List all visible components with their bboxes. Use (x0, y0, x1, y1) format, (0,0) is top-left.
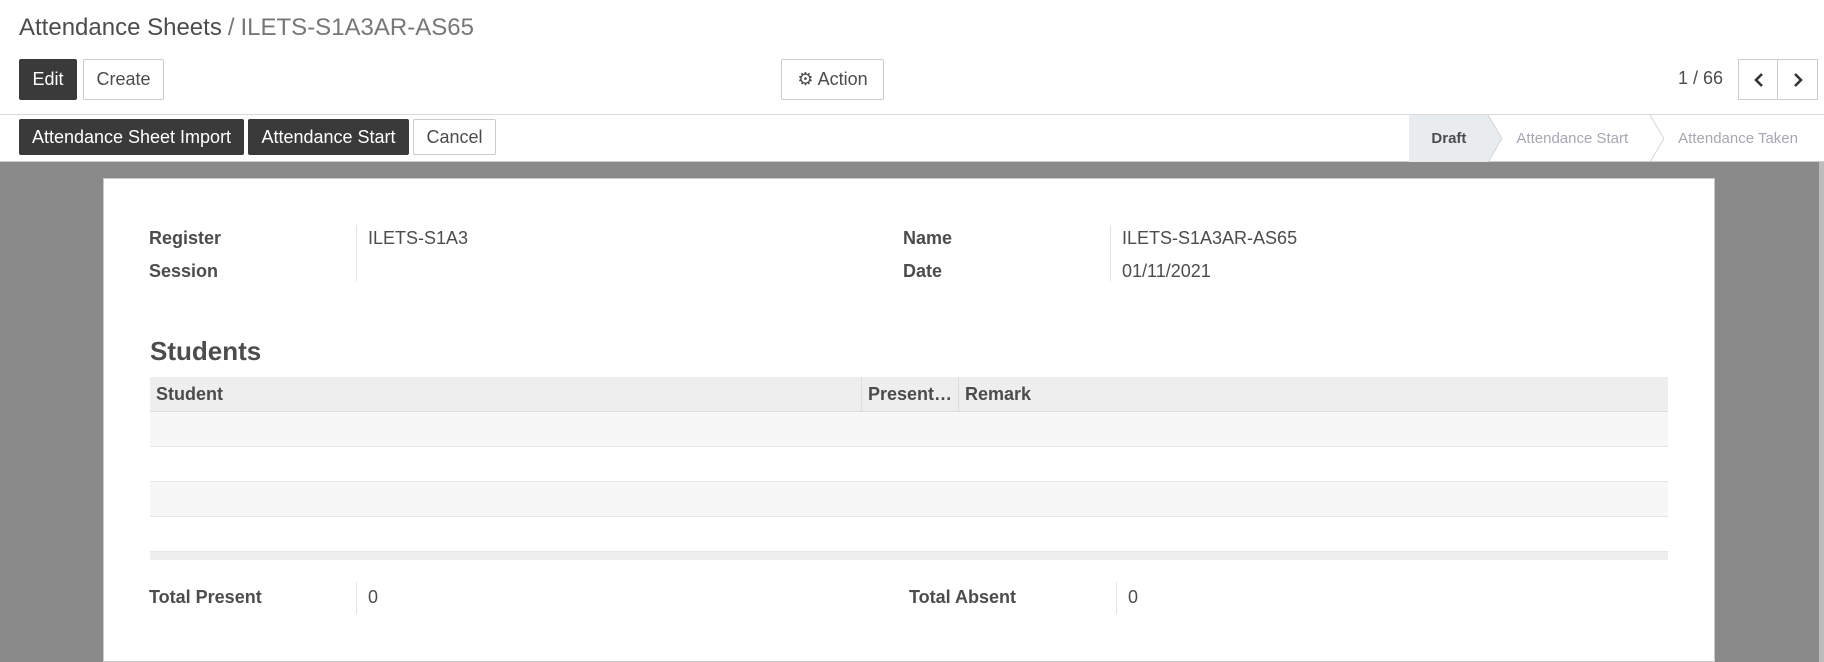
stage-arrow-icon (1488, 115, 1503, 162)
table-row (150, 482, 1668, 517)
pager-previous-button[interactable] (1738, 59, 1779, 100)
field-divider (356, 582, 357, 614)
students-table: Student Present… Remark (150, 377, 1668, 560)
table-row (150, 412, 1668, 447)
column-header-present[interactable]: Present… (862, 377, 956, 412)
stage-draft-label: Draft (1431, 130, 1467, 147)
stage-attendance-taken-label: Attendance Taken (1678, 130, 1798, 147)
status-stages: Draft Attendance Start Attendance Taken (1409, 115, 1824, 162)
students-table-header: Student Present… Remark (150, 377, 1668, 412)
stage-attendance-start[interactable]: Attendance Start (1488, 115, 1665, 162)
total-present-label: Total Present (149, 587, 262, 607)
students-section-title: Students (150, 336, 262, 366)
breadcrumb-separator: / (227, 14, 235, 41)
create-button[interactable]: Create (83, 59, 164, 100)
stage-draft[interactable]: Draft (1409, 115, 1503, 162)
register-field[interactable]: ILETS-S1A3 (368, 227, 468, 249)
attendance-start-button[interactable]: Attendance Start (248, 119, 409, 155)
scrollbar[interactable] (1819, 162, 1824, 662)
stage-attendance-taken[interactable]: Attendance Taken (1650, 115, 1824, 162)
edit-button[interactable]: Edit (19, 59, 77, 100)
field-divider (1110, 225, 1111, 281)
attendance-sheet-import-button[interactable]: Attendance Sheet Import (19, 119, 244, 155)
total-absent-field: 0 (1128, 587, 1139, 607)
stage-attendance-start-label: Attendance Start (1516, 130, 1629, 147)
breadcrumb-parent-link[interactable]: Attendance Sheets (19, 14, 222, 41)
name-label: Name (903, 228, 953, 248)
students-table-footer (150, 552, 1668, 560)
session-label: Session (149, 261, 219, 281)
cancel-button[interactable]: Cancel (413, 119, 496, 155)
date-label: Date (903, 261, 943, 281)
register-label: Register (149, 228, 222, 248)
breadcrumb-current: ILETS-S1A3AR-AS65 (240, 14, 474, 41)
total-present-field: 0 (368, 587, 379, 607)
table-row (150, 447, 1668, 482)
chevron-right-icon (1794, 73, 1803, 87)
action-button-label: Action (817, 69, 868, 89)
chevron-left-icon (1754, 73, 1763, 87)
gear-icon: ⚙ (797, 69, 814, 89)
total-absent-label: Total Absent (909, 587, 1016, 607)
name-field[interactable]: ILETS-S1A3AR-AS65 (1122, 227, 1297, 249)
field-divider (356, 225, 357, 281)
field-divider (1116, 582, 1117, 614)
pager-value[interactable]: 1 / 66 (1678, 66, 1723, 90)
control-panel: Attendance Sheets / ILETS-S1A3AR-AS65 Edit… (0, 0, 1824, 115)
date-field[interactable]: 01/11/2021 (1122, 260, 1211, 282)
form-sheet: Register Session ILETS-S1A3 Name Date IL… (103, 178, 1715, 662)
stage-arrow-icon (1650, 115, 1665, 162)
breadcrumb: Attendance Sheets / ILETS-S1A3AR-AS65 (19, 13, 474, 43)
action-dropdown-button[interactable]: ⚙ Action (781, 59, 884, 100)
column-header-student[interactable]: Student (150, 377, 860, 412)
table-row (150, 517, 1668, 552)
statusbar: Attendance Sheet Import Attendance Start… (0, 115, 1824, 162)
column-header-remark[interactable]: Remark (959, 377, 1659, 412)
pager-next-button[interactable] (1777, 59, 1818, 100)
